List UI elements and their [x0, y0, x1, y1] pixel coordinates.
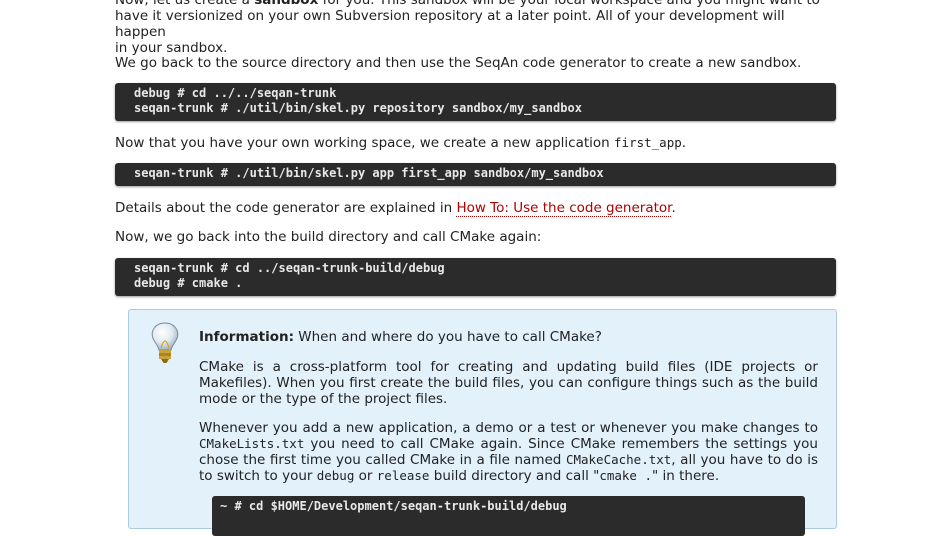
code-generator-link[interactable]: How To: Use the code generator	[456, 200, 672, 217]
info-paragraph-1: CMake is a cross-platform tool for creat…	[199, 359, 818, 407]
details-paragraph: Details about the code generator are exp…	[115, 200, 838, 217]
code-line: seqan-trunk # ./util/bin/skel.py app fir…	[134, 166, 604, 180]
info-paragraph-2: Whenever you add a new application, a de…	[199, 420, 818, 484]
info-text: or	[354, 468, 377, 484]
code-line: debug # cmake .	[134, 276, 243, 290]
workspace-text: .	[681, 135, 687, 151]
info-text: build directory and call "	[429, 468, 600, 484]
code-line: seqan-trunk # cd ../seqan-trunk-build/de…	[134, 261, 445, 275]
first-app-code: first_app	[614, 135, 682, 150]
details-text: .	[671, 200, 676, 216]
info-text: Whenever you add a new application, a de…	[199, 420, 818, 436]
intro-text: for you. This sandbox will be your local…	[318, 0, 820, 8]
workspace-paragraph: Now that you have your own working space…	[115, 135, 838, 151]
cmake-code: cmake .	[599, 468, 653, 483]
intro-paragraph: Now, let us create a sandbox for you. Th…	[115, 0, 838, 56]
intro-text: Now, let us create a	[115, 0, 255, 8]
cmakelists-code: CMakeLists.txt	[199, 436, 305, 451]
code-line: debug # cd ../../seqan-trunk	[134, 86, 337, 100]
debug-code: debug	[316, 468, 355, 483]
info-question: When and where do you have to call CMake…	[293, 329, 602, 345]
lightbulb-icon	[151, 322, 179, 363]
build-paragraph: Now, we go back into the build directory…	[115, 229, 542, 245]
info-title: Information: When and where do you have …	[199, 329, 602, 345]
info-code-block: ~ # cd $HOME/Development/seqan-trunk-bui…	[212, 496, 805, 536]
workspace-text: Now that you have your own working space…	[115, 135, 615, 151]
code-block-cmake: seqan-trunk # cd ../seqan-trunk-build/de…	[115, 258, 836, 296]
code-line: ~ # cd $HOME/Development/seqan-trunk-bui…	[220, 499, 567, 513]
intro-text: in your sandbox.	[115, 40, 228, 56]
code-block-sandbox: debug # cd ../../seqan-trunk seqan-trunk…	[115, 83, 836, 121]
intro-text: have it versionized on your own Subversi…	[115, 8, 785, 40]
sandbox-term: sandbox	[254, 0, 319, 8]
info-box: Information: When and where do you have …	[128, 309, 837, 536]
code-block-app: seqan-trunk # ./util/bin/skel.py app fir…	[115, 163, 836, 186]
info-text: " in there.	[652, 468, 720, 484]
go-back-paragraph: We go back to the source directory and t…	[115, 55, 802, 71]
code-line: seqan-trunk # ./util/bin/skel.py reposit…	[134, 101, 582, 115]
release-code: release	[376, 468, 430, 483]
details-text: Details about the code generator are exp…	[115, 200, 457, 216]
cmakecache-code: CMakeCache.txt	[565, 452, 672, 467]
info-label: Information:	[199, 329, 294, 345]
